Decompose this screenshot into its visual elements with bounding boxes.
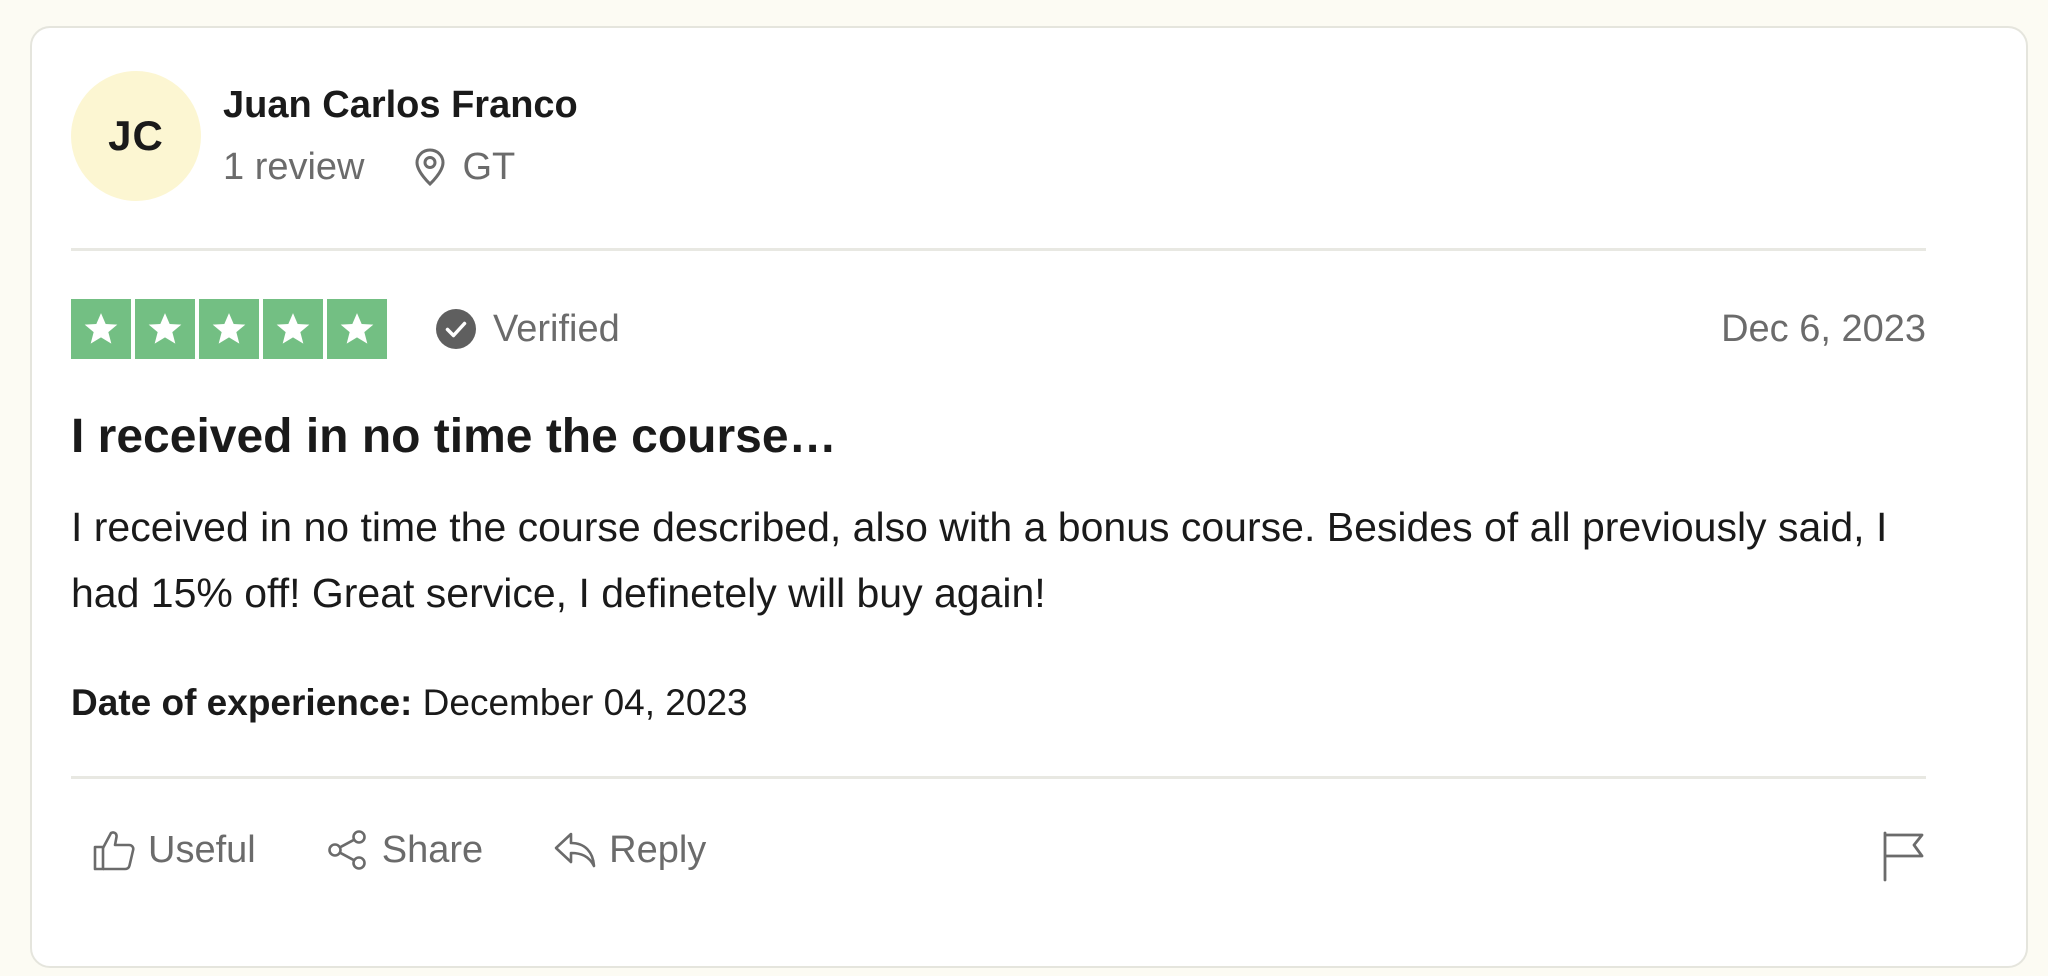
star-icon xyxy=(148,313,182,344)
verified-label: Verified xyxy=(493,307,620,350)
review-date: Dec 6, 2023 xyxy=(1721,307,1926,350)
reply-icon xyxy=(554,832,596,868)
useful-label: Useful xyxy=(148,828,256,871)
share-button[interactable]: Share xyxy=(326,828,483,872)
review-title[interactable]: I received in no time the course… xyxy=(71,408,837,466)
location-pin-icon xyxy=(414,148,445,186)
verified-badge[interactable]: Verified xyxy=(435,308,620,351)
reply-label: Reply xyxy=(609,828,707,871)
star-5 xyxy=(327,299,387,359)
date-of-experience: Date of experience: December 04, 2023 xyxy=(71,680,748,726)
star-3 xyxy=(199,299,259,359)
reviewer-location: GT xyxy=(414,144,516,190)
reviewer-name[interactable]: Juan Carlos Franco xyxy=(223,82,578,128)
avatar-initials: JC xyxy=(108,112,164,159)
useful-button[interactable]: Useful xyxy=(92,829,256,872)
review-actions: Useful Share Reply xyxy=(92,828,776,872)
star-rating xyxy=(71,299,387,359)
location-code: GT xyxy=(462,146,516,188)
star-2 xyxy=(135,299,195,359)
review-body: I received in no time the course describ… xyxy=(71,504,1888,616)
flag-icon xyxy=(1883,831,1924,882)
star-icon xyxy=(84,313,118,344)
star-4 xyxy=(263,299,323,359)
avatar[interactable]: JC xyxy=(71,71,201,201)
thumbs-up-icon xyxy=(93,831,135,871)
share-icon xyxy=(327,830,366,870)
reviewer-info: Juan Carlos Franco 1 review GT xyxy=(223,82,578,190)
experience-label: Date of experience: xyxy=(71,682,413,723)
footer-divider xyxy=(71,776,1926,779)
star-icon xyxy=(340,313,374,344)
rating-row: Verified Dec 6, 2023 xyxy=(71,298,1926,360)
review-count: 1 review xyxy=(223,146,365,188)
experience-date: December 04, 2023 xyxy=(422,682,748,723)
reviewer-header: JC Juan Carlos Franco 1 review GT xyxy=(71,71,578,201)
star-icon xyxy=(276,313,310,344)
reply-button[interactable]: Reply xyxy=(553,829,706,872)
check-circle-icon xyxy=(436,309,476,349)
star-1 xyxy=(71,299,131,359)
star-icon xyxy=(212,313,246,344)
reviewer-meta: 1 review GT xyxy=(223,144,578,190)
header-divider xyxy=(71,248,1926,251)
report-flag-button[interactable] xyxy=(1880,830,1926,887)
share-label: Share xyxy=(381,828,484,871)
